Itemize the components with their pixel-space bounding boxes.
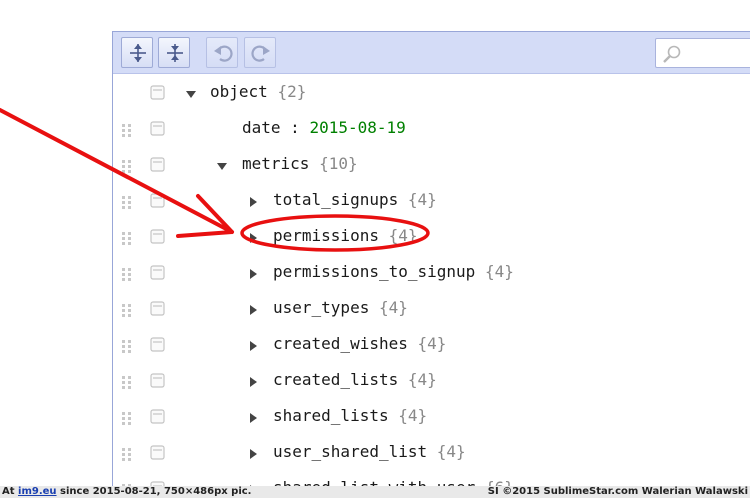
- editor-toolbar: [113, 32, 750, 74]
- context-menu-icon[interactable]: [150, 301, 165, 316]
- node-count: {4}: [484, 262, 514, 281]
- node-label: permissions_to_signup {4}: [273, 262, 514, 282]
- drag-handle-icon[interactable]: [121, 266, 133, 281]
- node-count: {4}: [378, 298, 408, 317]
- drag-handle-icon[interactable]: [121, 194, 133, 209]
- tree-row-permissions-to-signup[interactable]: permissions_to_signup {4}: [113, 255, 750, 291]
- tree-row-created-lists[interactable]: created_lists {4}: [113, 363, 750, 399]
- search-input[interactable]: [686, 42, 750, 64]
- node-key[interactable]: created_lists: [273, 370, 398, 389]
- node-key[interactable]: shared_lists: [273, 406, 389, 425]
- drag-handle-icon[interactable]: [121, 122, 133, 137]
- node-key[interactable]: object: [210, 82, 268, 101]
- expand-all-button[interactable]: [121, 37, 153, 68]
- node-key[interactable]: permissions_to_signup: [273, 262, 475, 281]
- tree-row-total-signups[interactable]: total_signups {4}: [113, 183, 750, 219]
- context-menu-icon[interactable]: [150, 229, 165, 244]
- node-count: {4}: [398, 406, 428, 425]
- node-count: {4}: [407, 190, 437, 209]
- footer-link[interactable]: im9.eu: [18, 486, 57, 497]
- context-menu-icon[interactable]: [150, 193, 165, 208]
- node-key[interactable]: date: [242, 118, 281, 137]
- search-box[interactable]: [655, 38, 750, 68]
- context-menu-icon[interactable]: [150, 265, 165, 280]
- expand-all-icon: [130, 44, 146, 62]
- collapsed-arrow-icon[interactable]: [246, 302, 260, 316]
- node-label: object {2}: [210, 82, 306, 102]
- drag-handle-icon[interactable]: [121, 410, 133, 425]
- node-count: {2}: [277, 82, 307, 101]
- context-menu-icon[interactable]: [150, 85, 165, 100]
- node-label: total_signups {4}: [273, 190, 437, 210]
- node-label: created_lists {4}: [273, 370, 437, 390]
- node-label: user_shared_list {4}: [273, 442, 466, 462]
- node-count: {4}: [417, 334, 447, 353]
- expanded-arrow-icon[interactable]: [215, 158, 229, 172]
- tree-row-root[interactable]: object {2}: [113, 75, 750, 111]
- node-count: {4}: [407, 370, 437, 389]
- tree-row-permissions[interactable]: permissions {4}: [113, 219, 750, 255]
- redo-button[interactable]: [244, 37, 276, 68]
- collapse-all-button[interactable]: [158, 37, 190, 68]
- node-key[interactable]: metrics: [242, 154, 309, 173]
- context-menu-icon[interactable]: [150, 337, 165, 352]
- tree-row-user-types[interactable]: user_types {4}: [113, 291, 750, 327]
- drag-handle-icon[interactable]: [121, 158, 133, 173]
- node-label: created_wishes {4}: [273, 334, 446, 354]
- collapsed-arrow-icon[interactable]: [246, 230, 260, 244]
- tree-row-created-wishes[interactable]: created_wishes {4}: [113, 327, 750, 363]
- collapsed-arrow-icon[interactable]: [246, 266, 260, 280]
- context-menu-icon[interactable]: [150, 445, 165, 460]
- collapsed-arrow-icon[interactable]: [246, 338, 260, 352]
- collapsed-arrow-icon[interactable]: [246, 194, 260, 208]
- expanded-arrow-icon[interactable]: [184, 86, 198, 100]
- node-count: {4}: [436, 442, 466, 461]
- tree-row-metrics[interactable]: metrics {10}: [113, 147, 750, 183]
- node-label: permissions {4}: [273, 226, 418, 246]
- drag-handle-icon[interactable]: [121, 338, 133, 353]
- node-label: user_types {4}: [273, 298, 408, 318]
- key-value-separator: :: [290, 118, 300, 137]
- drag-handle-icon[interactable]: [121, 374, 133, 389]
- json-editor: object {2} date : 2015-08-19 metrics {10} t…: [112, 31, 750, 498]
- undo-icon: [214, 45, 233, 62]
- node-key[interactable]: permissions: [273, 226, 379, 245]
- image-host-footer: At im9.eu since 2015-08-21, 750×486px pi…: [0, 486, 750, 498]
- node-key[interactable]: total_signups: [273, 190, 398, 209]
- collapsed-arrow-icon[interactable]: [246, 410, 260, 424]
- node-label: metrics {10}: [242, 154, 358, 174]
- node-count: {10}: [319, 154, 358, 173]
- undo-button[interactable]: [206, 37, 238, 68]
- footer-right: SI ©2015 SublimeStar.com Walerian Walaws…: [487, 486, 748, 497]
- node-key[interactable]: created_wishes: [273, 334, 408, 353]
- tree-row-user-shared-list[interactable]: user_shared_list {4}: [113, 435, 750, 471]
- drag-handle-icon[interactable]: [121, 302, 133, 317]
- drag-handle-icon[interactable]: [121, 230, 133, 245]
- node-key[interactable]: user_types: [273, 298, 369, 317]
- tree-row-shared-lists[interactable]: shared_lists {4}: [113, 399, 750, 435]
- drag-handle-icon[interactable]: [121, 446, 133, 461]
- context-menu-icon[interactable]: [150, 157, 165, 172]
- node-key[interactable]: user_shared_list: [273, 442, 427, 461]
- node-label: shared_lists {4}: [273, 406, 427, 426]
- node-count: {4}: [388, 226, 418, 245]
- node-label: date : 2015-08-19: [242, 118, 406, 138]
- footer-left: At im9.eu since 2015-08-21, 750×486px pi…: [2, 486, 252, 497]
- redo-icon: [251, 45, 270, 62]
- search-icon: [663, 45, 681, 63]
- context-menu-icon[interactable]: [150, 121, 165, 136]
- node-value[interactable]: 2015-08-19: [309, 118, 405, 137]
- collapsed-arrow-icon[interactable]: [246, 374, 260, 388]
- context-menu-icon[interactable]: [150, 409, 165, 424]
- collapsed-arrow-icon[interactable]: [246, 446, 260, 460]
- collapse-all-icon: [167, 44, 183, 62]
- tree-row-date[interactable]: date : 2015-08-19: [113, 111, 750, 147]
- context-menu-icon[interactable]: [150, 373, 165, 388]
